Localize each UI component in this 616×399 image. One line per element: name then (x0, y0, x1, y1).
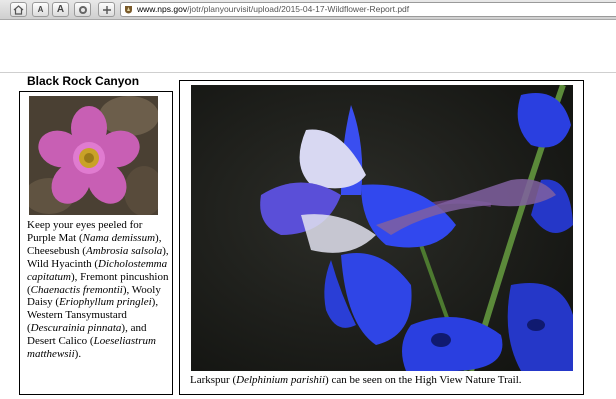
species-name: Chaenactis fremontii (30, 283, 123, 296)
species-name: Nama demissum (82, 231, 156, 244)
larger-text-button[interactable]: A (52, 2, 69, 17)
species-name: Eriophyllum pringlei (59, 296, 152, 309)
url-text: www.nps.gov/jotr/planyourvisit/upload/20… (137, 3, 409, 16)
paragraph-text: ). (74, 348, 82, 361)
smaller-text-button[interactable]: A (32, 2, 49, 17)
purple-mat-photo (29, 96, 158, 215)
species-name: Descurainia pinnata (30, 322, 122, 335)
caption-text: Larkspur ( (190, 374, 237, 386)
section-title: Black Rock Canyon (27, 74, 140, 88)
home-icon (13, 5, 24, 15)
add-icon (102, 6, 111, 14)
address-bar[interactable]: www.nps.gov/jotr/planyourvisit/upload/20… (120, 2, 616, 17)
left-panel: Keep your eyes peeled for Purple Mat (Na… (19, 91, 173, 395)
larger-text-label: A (56, 4, 65, 15)
home-button[interactable] (10, 2, 27, 17)
larkspur-photo (191, 85, 573, 371)
add-bookmark-button[interactable] (98, 2, 115, 17)
photo-caption: Larkspur (Delphinium parishii) can be se… (190, 374, 522, 386)
stop-icon (78, 6, 87, 14)
caption-text: ) can be seen on the High View Nature Tr… (325, 374, 522, 386)
url-path: /jotr/planyourvisit/upload/2015-04-17-Wi… (187, 4, 410, 14)
url-host: www.nps.gov (137, 4, 188, 14)
right-panel: Larkspur (Delphinium parishii) can be se… (179, 80, 584, 395)
caption-species-name: Delphinium parishii (236, 374, 326, 386)
favicon-icon (125, 6, 132, 14)
smaller-text-label: A (37, 5, 44, 14)
page-divider (0, 72, 616, 73)
species-name: Ambrosia salsola (85, 244, 163, 257)
species-list-paragraph: Keep your eyes peeled for Purple Mat (Na… (27, 219, 169, 361)
browser-toolbar: A A www.nps.gov/jotr/planyourvisit/uploa… (0, 0, 616, 20)
stop-button[interactable] (74, 2, 91, 17)
